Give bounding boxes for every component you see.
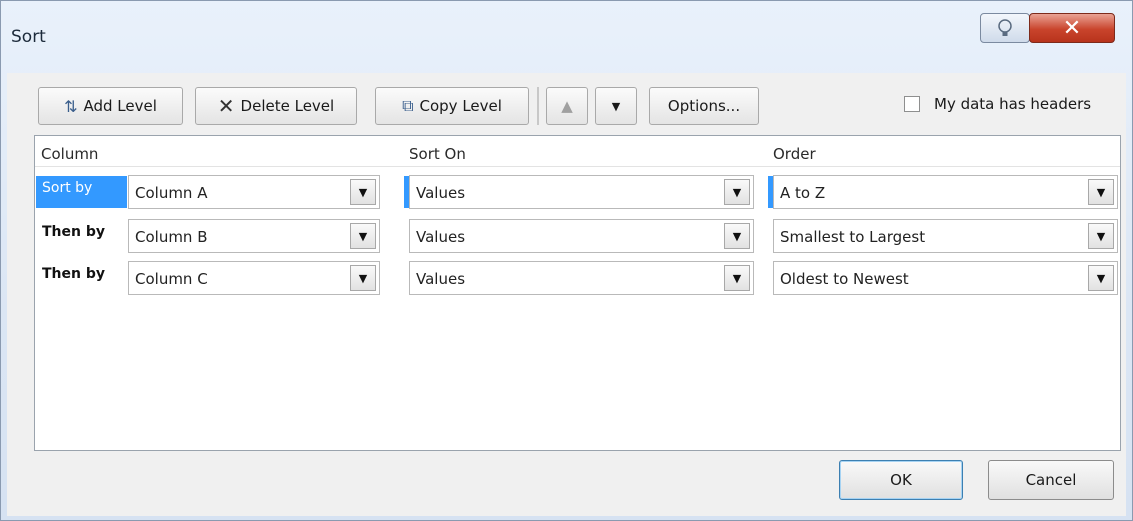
sort-on-select-value: Values [416, 184, 466, 202]
column-select-value: Column C [135, 270, 208, 288]
chevron-down-icon[interactable]: ▼ [1088, 179, 1114, 205]
order-select-row3[interactable]: Oldest to Newest ▼ [773, 261, 1118, 295]
sort-on-select-row2[interactable]: Values ▼ [409, 219, 754, 253]
arrow-down-icon: ▼ [611, 99, 621, 113]
sort-on-select-value: Values [416, 228, 466, 246]
chevron-down-icon[interactable]: ▼ [1088, 223, 1114, 249]
row-label-then-by[interactable]: Then by [36, 220, 127, 252]
column-select-row1[interactable]: Column A ▼ [128, 175, 380, 209]
column-header: Column [41, 145, 99, 163]
chevron-down-icon[interactable]: ▼ [350, 265, 376, 291]
sort-on-header: Sort On [409, 145, 466, 163]
cancel-button[interactable]: Cancel [988, 460, 1114, 500]
chevron-down-icon[interactable]: ▼ [1088, 265, 1114, 291]
chevron-down-icon[interactable]: ▼ [724, 223, 750, 249]
arrow-up-icon: ▲ [561, 97, 573, 115]
dialog-body: ⇅ Add Level ✕ Delete Level ⧉ Copy Level … [7, 73, 1126, 516]
add-level-button[interactable]: ⇅ Add Level [38, 87, 183, 125]
row-label-sort-by[interactable]: Sort by [36, 176, 127, 208]
headers-checkbox-label: My data has headers [934, 95, 1092, 113]
close-icon: ✕ [1062, 15, 1082, 41]
delete-level-label: Delete Level [240, 97, 335, 115]
toolbar-separator [537, 87, 539, 125]
sort-on-select-value: Values [416, 270, 466, 288]
header-divider [35, 166, 1120, 167]
ok-label: OK [890, 471, 912, 489]
move-down-button[interactable]: ▼ [595, 87, 637, 125]
options-button[interactable]: Options... [649, 87, 759, 125]
order-select-row2[interactable]: Smallest to Largest ▼ [773, 219, 1118, 253]
chevron-down-icon[interactable]: ▼ [350, 223, 376, 249]
copy-level-button[interactable]: ⧉ Copy Level [375, 87, 529, 125]
copy-level-label: Copy Level [419, 97, 502, 115]
order-header: Order [773, 145, 816, 163]
help-icon [998, 19, 1012, 36]
sort-dialog: Sort ✕ ⇅ Add Level ✕ Delete Level ⧉ Copy… [0, 0, 1133, 521]
column-select-row2[interactable]: Column B ▼ [128, 219, 380, 253]
close-button[interactable]: ✕ [1029, 13, 1115, 43]
add-level-label: Add Level [83, 97, 157, 115]
options-label: Options... [667, 97, 741, 115]
headers-checkbox-group[interactable]: My data has headers [904, 95, 1091, 113]
delete-level-button[interactable]: ✕ Delete Level [195, 87, 357, 125]
sort-on-select-row1[interactable]: Values ▼ [404, 175, 754, 209]
column-select-row3[interactable]: Column C ▼ [128, 261, 380, 295]
help-button[interactable] [980, 13, 1030, 43]
order-select-value: A to Z [780, 184, 826, 202]
move-up-button[interactable]: ▲ [546, 87, 588, 125]
delete-x-icon: ✕ [217, 94, 235, 118]
order-select-value: Oldest to Newest [780, 270, 909, 288]
ok-button[interactable]: OK [839, 460, 963, 500]
order-select-value: Smallest to Largest [780, 228, 926, 246]
chevron-down-icon[interactable]: ▼ [350, 179, 376, 205]
cancel-label: Cancel [1025, 471, 1077, 489]
row-label-then-by[interactable]: Then by [36, 262, 127, 294]
order-select-row1[interactable]: A to Z ▼ [768, 175, 1118, 209]
chevron-down-icon[interactable]: ▼ [724, 265, 750, 291]
column-select-value: Column A [135, 184, 208, 202]
sort-on-select-row3[interactable]: Values ▼ [409, 261, 754, 295]
column-select-value: Column B [135, 228, 208, 246]
dialog-title: Sort [11, 27, 46, 47]
copy-icon: ⧉ [402, 96, 414, 115]
chevron-down-icon[interactable]: ▼ [724, 179, 750, 205]
headers-checkbox[interactable] [904, 96, 920, 112]
sort-levels-grid: Column Sort On Order Sort by Column A ▼ … [34, 135, 1121, 451]
add-level-icon: ⇅ [64, 96, 78, 116]
toolbar: ⇅ Add Level ✕ Delete Level ⧉ Copy Level … [7, 73, 1126, 131]
